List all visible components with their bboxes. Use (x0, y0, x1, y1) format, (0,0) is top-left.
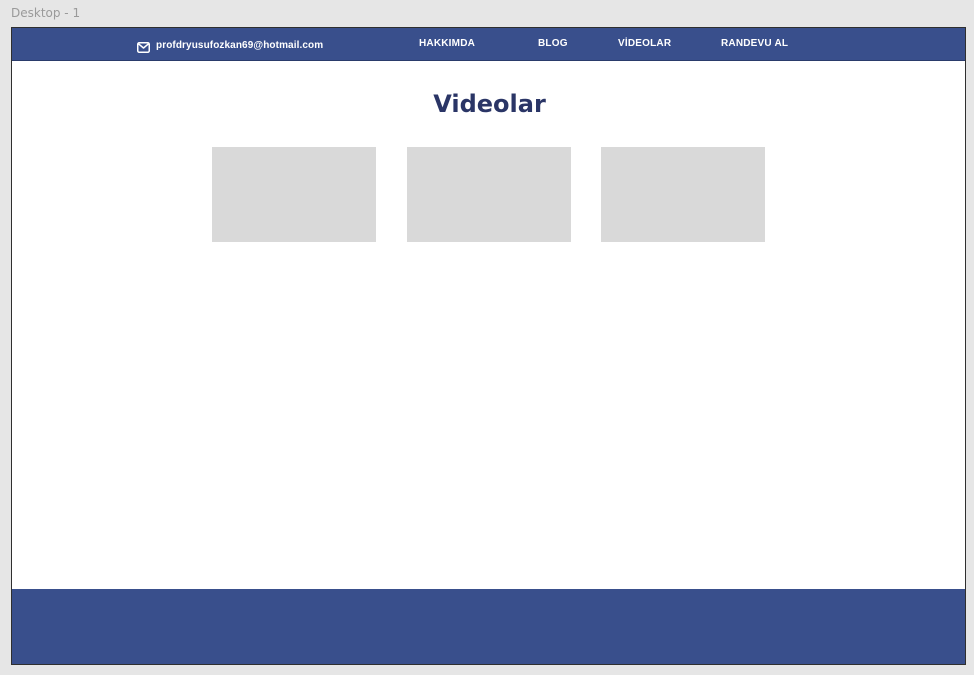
desktop-frame: profdryusufozkan69@hotmail.com HAKKIMDA … (11, 27, 966, 665)
nav-link-hakkimda[interactable]: HAKKIMDA (419, 38, 475, 49)
page-title: Videolar (433, 90, 546, 118)
footer-bar (12, 589, 965, 664)
canvas-frame-label: Desktop - 1 (11, 6, 81, 20)
email-address: profdryusufozkan69@hotmail.com (156, 39, 324, 51)
video-thumbnail-placeholder[interactable] (601, 147, 765, 242)
top-navigation-bar: profdryusufozkan69@hotmail.com HAKKIMDA … (12, 28, 965, 61)
nav-link-videolar[interactable]: VİDEOLAR (618, 38, 671, 49)
nav-link-blog[interactable]: BLOG (538, 38, 568, 49)
nav-link-randevu-al[interactable]: RANDEVU AL (721, 38, 788, 49)
contact-email[interactable]: profdryusufozkan69@hotmail.com (137, 38, 324, 53)
video-thumbnail-placeholder[interactable] (212, 147, 376, 242)
video-thumbnail-placeholder[interactable] (407, 147, 571, 242)
mail-icon (137, 40, 150, 53)
